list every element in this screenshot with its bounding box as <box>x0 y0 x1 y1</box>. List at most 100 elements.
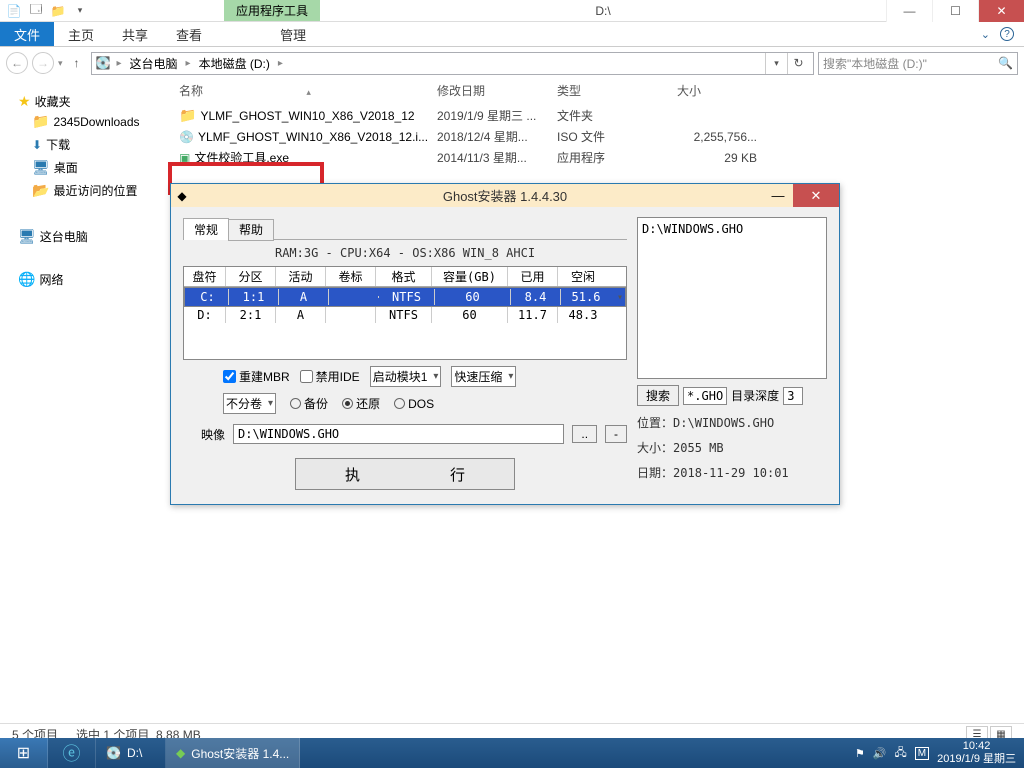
chk-disable-ide[interactable]: 禁用IDE <box>300 368 360 385</box>
radio-restore[interactable]: 还原 <box>342 395 380 412</box>
history-dropdown-icon[interactable]: ▾ <box>58 58 63 69</box>
execute-button[interactable]: 执 行 <box>295 458 515 490</box>
search-placeholder: 搜索"本地磁盘 (D:)" <box>823 55 927 72</box>
radio-dos[interactable]: DOS <box>394 397 434 411</box>
ie-icon: ⓔ <box>63 740 81 766</box>
sel-split[interactable]: 不分卷 <box>223 393 276 414</box>
ghost-tabs: 常规 帮助 <box>183 217 627 240</box>
tray-flag-icon[interactable]: ⚑ <box>855 747 865 760</box>
sidebar-item[interactable]: 🖥桌面 <box>18 156 165 179</box>
col-type[interactable]: 类型 <box>557 82 677 99</box>
ghost-close-button[interactable]: ✕ <box>793 184 839 207</box>
sidebar-favorites[interactable]: ★收藏夹 <box>18 93 165 110</box>
sidebar-network[interactable]: 🌐网络 <box>18 271 165 288</box>
col-date[interactable]: 修改日期 <box>437 82 557 99</box>
drive-icon: 💽 <box>106 746 121 760</box>
taskbar-ie[interactable]: ⓔ <box>48 738 96 768</box>
ribbon-expand-icon[interactable]: ⌄ <box>981 28 990 41</box>
file-row[interactable]: 📁YLMF_GHOST_WIN10_X86_V2018_12 2019/1/9 … <box>165 105 1024 126</box>
browse-button[interactable]: .. <box>572 425 597 443</box>
app-icon: ◆ <box>176 746 185 760</box>
window-title: D:\ <box>320 4 886 18</box>
col-name[interactable]: 名称 ▴ <box>179 82 437 99</box>
home-tab[interactable]: 主页 <box>54 22 108 46</box>
ghost-info-date: 日期：2018-11-29 10:01 <box>637 464 827 481</box>
disk-header: 盘符分区活动卷标格式容量(GB)已用空闲 <box>184 267 626 287</box>
search-button[interactable]: 搜索 <box>637 385 679 406</box>
download-icon: ⬇ <box>32 138 42 152</box>
manage-tab[interactable]: 管理 <box>266 22 320 46</box>
tray-ime-icon[interactable]: M <box>915 747 929 760</box>
image-path-input[interactable]: D:\WINDOWS.GHO <box>233 424 564 444</box>
ghost-titlebar[interactable]: ◆ Ghost安装器 1.4.4.30 — ✕ <box>171 184 839 207</box>
file-row[interactable]: ▣文件校验工具.exe 2014/11/3 星期... 应用程序 29 KB <box>165 147 1024 168</box>
disk-row-d[interactable]: D:2:1ANTFS6011.748.3 <box>184 307 626 323</box>
explorer-titlebar: 📄 🗔 📁 ▾ 应用程序工具 D:\ — ☐ ✕ <box>0 0 1024 22</box>
sel-compression[interactable]: 快速压缩 <box>451 366 516 387</box>
qat-dropdown-icon[interactable]: ▾ <box>72 3 88 19</box>
qat-properties-icon[interactable]: 🗔 <box>28 3 44 19</box>
app-icon: 📄 <box>6 3 22 19</box>
recent-icon: 📂 <box>32 182 49 199</box>
ghost-tab-general[interactable]: 常规 <box>183 218 229 240</box>
drive-icon: 💽 <box>96 56 111 70</box>
crumb-sep-icon[interactable]: ▸ <box>184 58 193 69</box>
ghost-tab-help[interactable]: 帮助 <box>228 219 274 241</box>
search-icon[interactable]: 🔍 <box>998 56 1013 70</box>
contextual-tab-label: 应用程序工具 <box>224 0 320 21</box>
qat-newfolder-icon[interactable]: 📁 <box>50 3 66 19</box>
tray-speaker-icon[interactable]: 🔊 <box>873 747 887 760</box>
ghost-minimize-button[interactable]: — <box>763 184 793 207</box>
folder-icon: 📁 <box>179 107 196 124</box>
crumb-drive[interactable]: 本地磁盘 (D:) <box>197 55 272 72</box>
col-size[interactable]: 大小 <box>677 82 757 99</box>
chk-rebuild-mbr[interactable]: 重建MBR <box>223 368 290 385</box>
sidebar-item[interactable]: 📂最近访问的位置 <box>18 179 165 202</box>
image-label: 映像 <box>201 426 225 443</box>
disk-row-c[interactable]: C:1:1ANTFS608.451.6 <box>184 287 626 307</box>
taskbar-app-ghost[interactable]: ◆Ghost安装器 1.4... <box>166 738 300 768</box>
view-tab[interactable]: 查看 <box>162 22 216 46</box>
desktop-icon: 🖥 <box>32 159 50 176</box>
up-button[interactable]: ↑ <box>67 53 87 73</box>
ghost-file-list[interactable]: D:\WINDOWS.GHO <box>637 217 827 379</box>
start-button[interactable]: ⊞ <box>0 738 48 768</box>
sidebar-item[interactable]: 📁2345Downloads <box>18 110 165 133</box>
system-tray[interactable]: ⚑ 🔊 🖧 M 10:42 2019/1/9 星期三 <box>847 738 1024 768</box>
refresh-button[interactable]: ↻ <box>787 53 809 74</box>
back-button[interactable]: ← <box>6 52 28 74</box>
minimize-button[interactable]: — <box>886 0 932 22</box>
star-icon: ★ <box>18 93 31 110</box>
address-bar[interactable]: 💽 ▸ 这台电脑 ▸ 本地磁盘 (D:) ▸ ▾ ↻ <box>91 52 814 75</box>
exe-icon: ▣ <box>179 151 190 165</box>
taskbar-app-explorer[interactable]: 💽D:\ <box>96 738 166 768</box>
help-icon[interactable]: ? <box>1000 27 1014 41</box>
sel-boot-module[interactable]: 启动模块1 <box>370 366 442 387</box>
taskbar: ⊞ ⓔ 💽D:\ ◆Ghost安装器 1.4... ⚑ 🔊 🖧 M 10:42 … <box>0 738 1024 768</box>
ribbon: 文件 主页 共享 查看 管理 ⌄ ? <box>0 22 1024 47</box>
folder-icon: 📁 <box>32 113 49 130</box>
ghost-disk-table: 盘符分区活动卷标格式容量(GB)已用空闲 C:1:1ANTFS608.451.6… <box>183 266 627 360</box>
crumb-sep-icon[interactable]: ▸ <box>114 58 123 69</box>
close-button[interactable]: ✕ <box>978 0 1024 22</box>
ext-field[interactable]: *.GHO <box>683 387 727 405</box>
taskbar-clock[interactable]: 10:42 2019/1/9 星期三 <box>937 740 1016 766</box>
crumb-pc[interactable]: 这台电脑 <box>128 55 180 72</box>
search-input[interactable]: 搜索"本地磁盘 (D:)" 🔍 <box>818 52 1018 75</box>
crumb-sep-icon[interactable]: ▸ <box>276 58 285 69</box>
address-dropdown-icon[interactable]: ▾ <box>765 53 787 74</box>
file-row[interactable]: 💿YLMF_GHOST_WIN10_X86_V2018_12.i... 2018… <box>165 126 1024 147</box>
tray-network-icon[interactable]: 🖧 <box>895 744 907 763</box>
share-tab[interactable]: 共享 <box>108 22 162 46</box>
maximize-button[interactable]: ☐ <box>932 0 978 22</box>
sidebar-pc[interactable]: 🖥这台电脑 <box>18 228 165 245</box>
depth-field[interactable]: 3 <box>783 387 803 405</box>
iso-icon: 💿 <box>179 130 194 144</box>
forward-button[interactable]: → <box>32 52 54 74</box>
radio-backup[interactable]: 备份 <box>290 395 328 412</box>
remove-button[interactable]: - <box>605 425 627 443</box>
file-tab[interactable]: 文件 <box>0 22 54 46</box>
sidebar-item[interactable]: ⬇下载 <box>18 133 165 156</box>
ghost-dialog: ◆ Ghost安装器 1.4.4.30 — ✕ 常规 帮助 RAM:3G - C… <box>170 183 840 505</box>
column-headers[interactable]: 名称 ▴ 修改日期 类型 大小 <box>165 79 1024 105</box>
